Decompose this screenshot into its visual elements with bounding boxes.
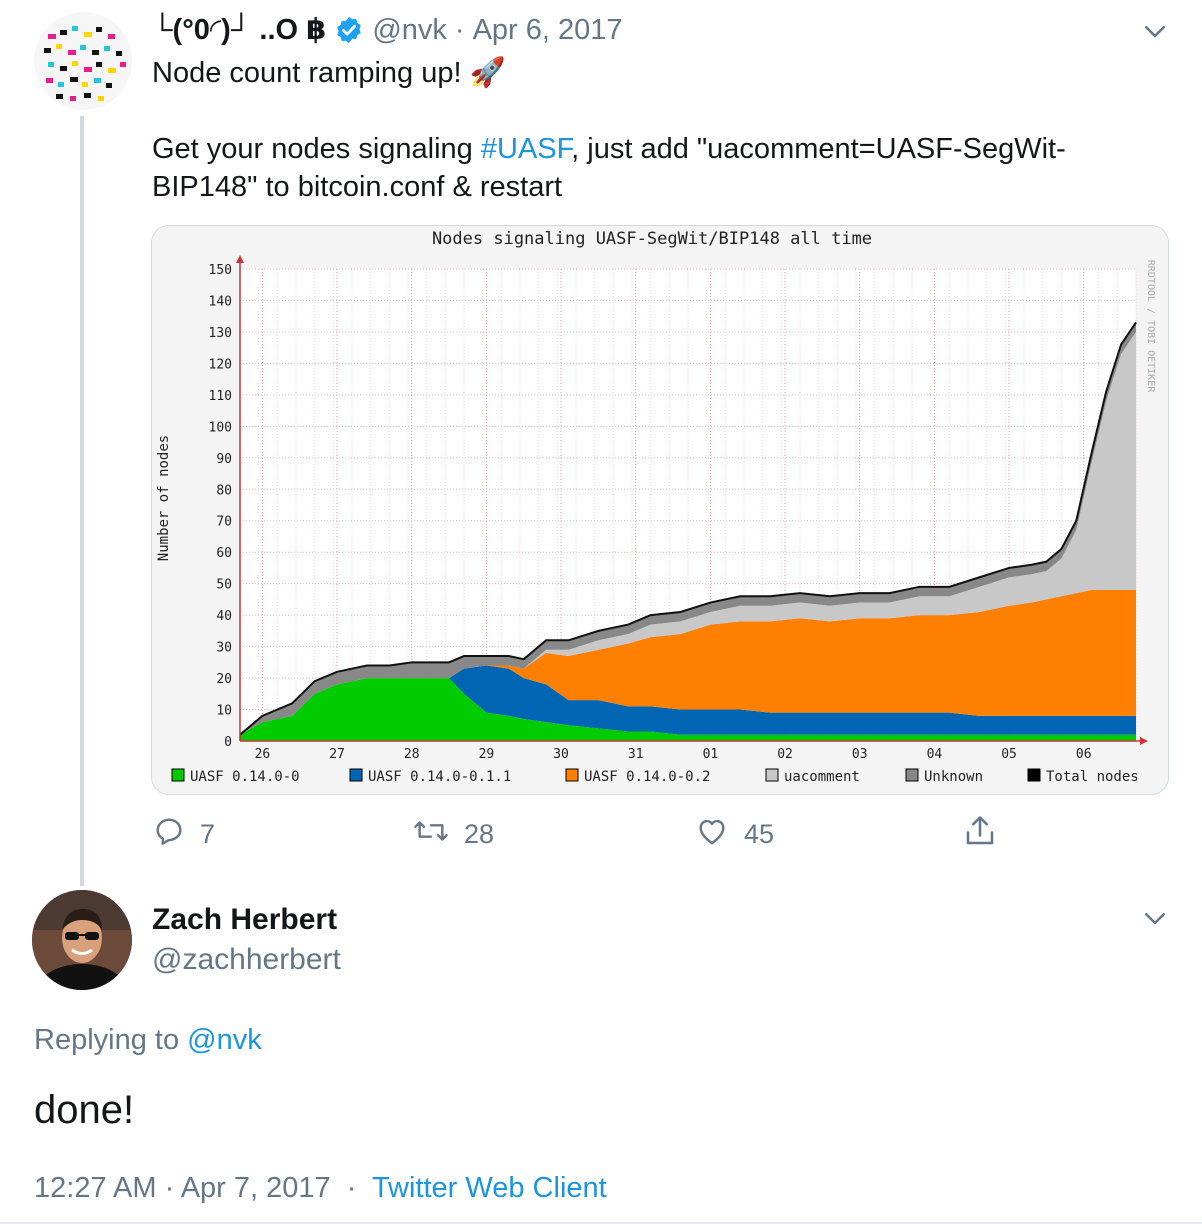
nvk-avatar[interactable] (34, 12, 132, 110)
legend-label: uacomment (784, 769, 860, 785)
retweet-action[interactable]: 28 (412, 812, 494, 856)
x-tick-label: 31 (628, 747, 644, 762)
x-tick-label: 28 (404, 747, 420, 762)
reply-author-name[interactable]: Zach Herbert (152, 900, 337, 940)
tweet-text: Node count ramping up! 🚀 Get your nodes … (152, 54, 1162, 206)
legend-swatch (765, 768, 779, 782)
meta-separator: · (346, 1172, 357, 1204)
y-tick-label: 140 (209, 294, 232, 309)
chart-ylabel: Number of nodes (156, 435, 172, 561)
hashtag-link[interactable]: #UASF (481, 133, 571, 165)
x-tick-label: 02 (777, 747, 793, 762)
x-tick-label: 26 (255, 747, 271, 762)
y-tick-label: 60 (216, 546, 232, 561)
reply-timestamp[interactable]: 12:27 AM · Apr 7, 2017 (34, 1172, 331, 1204)
y-tick-label: 70 (216, 515, 232, 530)
retweet-count: 28 (464, 818, 495, 849)
verified-badge-icon (334, 15, 364, 45)
legend-swatch (171, 768, 185, 782)
author-name[interactable]: └(°0◜)┘ ..O ฿ (152, 10, 326, 50)
replying-to-label: Replying to (34, 1024, 188, 1056)
share-icon[interactable] (962, 812, 998, 857)
tweet-line-1: Node count ramping up! 🚀 (152, 57, 506, 89)
chart-title: Nodes signaling UASF-SegWit/BIP148 all t… (432, 229, 872, 249)
legend-swatch (905, 768, 919, 782)
replying-to-handle[interactable]: @nvk (187, 1024, 262, 1056)
thread-line (80, 116, 84, 886)
legend-swatch (349, 768, 363, 782)
reply-meta: 12:27 AM · Apr 7, 2017 · Twitter Web Cli… (34, 1168, 607, 1208)
legend-swatch (565, 768, 579, 782)
y-tick-label: 150 (209, 263, 232, 278)
retweet-icon[interactable] (412, 814, 450, 855)
y-tick-label: 30 (216, 641, 232, 656)
tweet-header: └(°0◜)┘ ..O ฿ @nvk · Apr 6, 2017 (152, 10, 623, 50)
x-tick-label: 06 (1076, 747, 1092, 762)
y-tick-label: 0 (224, 735, 232, 750)
y-tick-label: 80 (216, 483, 232, 498)
replying-to: Replying to @nvk (34, 1020, 262, 1060)
node-signaling-chart: Nodes signaling UASF-SegWit/BIP148 all t… (152, 226, 1168, 794)
x-tick-label: 30 (553, 747, 569, 762)
tweet-line-2-pre: Get your nodes signaling (152, 133, 481, 165)
y-tick-label: 90 (216, 452, 232, 467)
y-tick-label: 10 (216, 704, 232, 719)
x-tick-label: 04 (927, 747, 943, 762)
author-handle[interactable]: @nvk (372, 10, 447, 50)
chart-image-card[interactable]: Nodes signaling UASF-SegWit/BIP148 all t… (151, 225, 1169, 795)
x-tick-label: 03 (852, 747, 868, 762)
y-tick-label: 20 (216, 672, 232, 687)
reply-icon[interactable] (152, 814, 186, 855)
share-action[interactable] (962, 812, 998, 856)
y-tick-label: 100 (209, 420, 232, 435)
x-tick-label: 29 (479, 747, 495, 762)
legend-label: Total nodes (1046, 769, 1139, 785)
x-tick-label: 05 (1001, 747, 1017, 762)
like-count: 45 (744, 818, 775, 849)
tweet-date[interactable]: Apr 6, 2017 (473, 10, 623, 50)
zach-avatar[interactable] (32, 890, 132, 990)
legend-label: Unknown (924, 769, 983, 785)
y-tick-label: 40 (216, 609, 232, 624)
legend-swatch (1027, 768, 1041, 782)
legend-label: UASF 0.14.0-0.2 (584, 769, 710, 785)
header-separator: · (454, 14, 465, 46)
chart-watermark: RRDTOOL / TOBI OETIKER (1145, 260, 1156, 393)
like-icon[interactable] (694, 814, 730, 855)
y-tick-label: 120 (209, 357, 232, 372)
x-tick-label: 01 (703, 747, 719, 762)
legend-label: UASF 0.14.0-0.1.1 (368, 769, 511, 785)
reply-action[interactable]: 7 (152, 812, 215, 856)
y-tick-label: 50 (216, 578, 232, 593)
reply-text: done! (34, 1088, 135, 1132)
client-link[interactable]: Twitter Web Client (372, 1172, 607, 1204)
like-action[interactable]: 45 (694, 812, 774, 856)
tweet-line-2: Get your nodes signaling #UASF, just add… (152, 130, 1162, 206)
y-tick-label: 130 (209, 326, 232, 341)
chevron-down-icon[interactable] (1140, 16, 1170, 46)
legend-label: UASF 0.14.0-0 (190, 769, 300, 785)
reply-chevron-down-icon[interactable] (1140, 903, 1170, 933)
y-tick-label: 110 (209, 389, 232, 404)
x-tick-label: 27 (329, 747, 345, 762)
reply-count: 7 (200, 818, 216, 849)
reply-author-handle[interactable]: @zachherbert (152, 940, 341, 980)
